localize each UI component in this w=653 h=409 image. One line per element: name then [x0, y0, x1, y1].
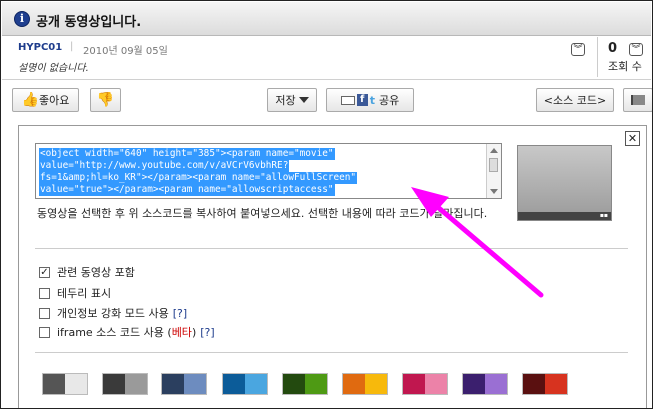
color-swatch[interactable]: [222, 373, 268, 395]
scroll-up-icon[interactable]: [490, 148, 498, 153]
player-control-bar: [518, 212, 611, 220]
color-swatch[interactable]: [102, 373, 148, 395]
color-swatch-half: [184, 374, 206, 394]
option-label: 관련 동영상 포함: [57, 266, 135, 279]
mail-icon: [340, 95, 355, 105]
option-label-close: ): [191, 325, 197, 339]
thumbs-up-icon: 👍: [21, 92, 40, 108]
color-swatch-half: [43, 374, 65, 394]
color-swatch-half: [283, 374, 305, 394]
color-swatch[interactable]: [462, 373, 508, 395]
option-label: 개인정보 강화 모드 사용: [57, 307, 169, 320]
checkbox-related-videos[interactable]: ✓: [39, 266, 50, 278]
facebook-icon: f: [356, 94, 368, 106]
color-swatch-half: [463, 374, 485, 394]
flag-icon: [631, 95, 645, 105]
expand-description-icon[interactable]: ︾: [571, 43, 585, 56]
color-swatch-half: [485, 374, 507, 394]
video-header: i 공개 동영상입니다.: [2, 2, 651, 36]
expand-stats-icon[interactable]: ︾: [629, 43, 643, 56]
beta-label: 베타: [171, 326, 192, 339]
embed-dialog: i 공개 동영상입니다. HYPC01 | 2010년 09월 05일 설명이 …: [0, 0, 653, 409]
color-swatch-half: [403, 374, 425, 394]
dislike-button[interactable]: 👎: [90, 88, 121, 112]
help-link[interactable]: [?]: [200, 326, 214, 339]
divider: [35, 352, 628, 353]
option-border[interactable]: 테두리 표시: [39, 286, 111, 300]
dropdown-arrow-icon: [298, 97, 309, 103]
color-swatch-half: [365, 374, 387, 394]
color-swatch-half: [65, 374, 87, 394]
option-label: 테두리 표시: [57, 287, 112, 300]
youtube-logo-icon: ▪▪: [599, 212, 608, 219]
twitter-icon: t: [369, 93, 375, 107]
info-icon: i: [14, 11, 30, 27]
help-link[interactable]: [?]: [173, 307, 187, 320]
code-line: value="true"></param><param name="allows…: [39, 184, 335, 196]
color-swatch-half: [103, 374, 125, 394]
checkbox-border[interactable]: [39, 287, 50, 299]
uploader-link[interactable]: HYPC01: [18, 42, 62, 53]
code-line: value="http://www.youtube.com/v/aVCrV6vb…: [39, 160, 290, 172]
share-button[interactable]: f t 공유: [326, 88, 414, 112]
close-icon[interactable]: ✕: [625, 131, 640, 146]
source-code-label: <소스 코드>: [543, 94, 607, 107]
color-swatch-half: [305, 374, 327, 394]
color-swatch-half: [125, 374, 147, 394]
color-swatch-half: [162, 374, 184, 394]
color-swatch-half: [545, 374, 567, 394]
views-label: 조회 수: [608, 60, 642, 73]
color-swatch[interactable]: [42, 373, 88, 395]
video-description: 설명이 없습니다.: [18, 63, 89, 74]
code-line: <object width="640" height="385"><param …: [39, 148, 335, 160]
color-swatch-half: [223, 374, 245, 394]
color-swatch-half: [245, 374, 267, 394]
divider: [2, 79, 651, 80]
color-swatch[interactable]: [342, 373, 388, 395]
option-related-videos[interactable]: ✓ 관련 동영상 포함: [39, 265, 135, 279]
scroll-thumb[interactable]: [489, 158, 498, 172]
color-swatch[interactable]: [161, 373, 207, 395]
color-swatch-half: [425, 374, 447, 394]
thumbs-down-icon: 👎: [96, 92, 115, 108]
code-scrollbar[interactable]: [486, 144, 501, 198]
color-swatch-half: [343, 374, 365, 394]
color-swatch[interactable]: [282, 373, 328, 395]
views-count: 0: [608, 41, 618, 56]
option-privacy-mode[interactable]: 개인정보 강화 모드 사용 [?]: [39, 306, 187, 320]
like-button[interactable]: 👍 좋아요: [12, 88, 79, 112]
meta-separator: |: [70, 41, 74, 52]
like-label: 좋아요: [39, 94, 70, 107]
page-title: 공개 동영상입니다.: [36, 15, 142, 30]
save-button[interactable]: 저장: [267, 88, 317, 112]
save-label: 저장: [275, 94, 296, 107]
share-label: 공유: [379, 94, 400, 107]
divider: [597, 37, 598, 77]
color-swatch-half: [523, 374, 545, 394]
option-iframe[interactable]: iframe 소스 코드 사용 ( 베타) [?]: [39, 325, 215, 339]
checkbox-privacy-mode[interactable]: [39, 307, 50, 319]
color-swatch[interactable]: [402, 373, 448, 395]
checkbox-iframe[interactable]: [39, 326, 50, 338]
divider: [35, 248, 628, 249]
scroll-down-icon[interactable]: [490, 189, 498, 194]
code-line: fs=1&amp;hl=ko_KR"></param><param name="…: [39, 172, 358, 184]
color-swatch[interactable]: [522, 373, 568, 395]
player-preview: ▪▪: [517, 145, 612, 221]
source-code-button[interactable]: <소스 코드>: [536, 88, 614, 112]
flag-button[interactable]: [623, 88, 652, 112]
embed-hint: 동영상을 선택한 후 위 소스코드를 복사하여 붙여넣으세요. 선택한 내용에 …: [37, 207, 488, 220]
upload-date: 2010년 09월 05일: [83, 46, 168, 57]
embed-code-textarea[interactable]: <object width="640" height="385"><param …: [35, 143, 502, 199]
option-label: iframe 소스 코드 사용 (: [57, 326, 172, 339]
